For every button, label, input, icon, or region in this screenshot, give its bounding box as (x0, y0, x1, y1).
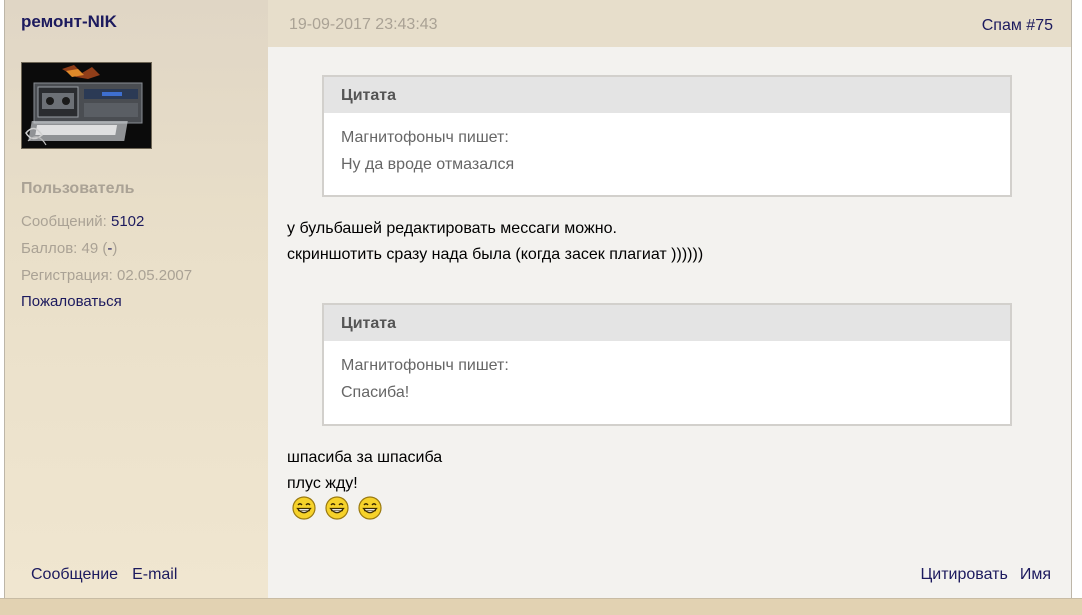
grin-smiley-icon (292, 496, 316, 520)
grin-smiley-icon (358, 496, 382, 520)
quote-block: Цитата Магнитофоныч пишет: Ну да вроде о… (322, 75, 1012, 197)
grin-smiley-icon (325, 496, 349, 520)
post-text-line: скриншотить сразу нада была (когда засек… (287, 246, 704, 263)
quote-text: Спасиба! (341, 384, 410, 401)
points-close: ) (112, 240, 118, 257)
points-label: Баллов: 49 ( (21, 240, 108, 257)
contact-links: Сообщение E-mail (31, 566, 191, 584)
email-link[interactable]: E-mail (132, 566, 177, 583)
post-header: 19-09-2017 23:43:43 Спам #75 (268, 0, 1071, 47)
post-number-link[interactable]: Спам #75 (982, 17, 1053, 35)
quote-title: Цитата (324, 77, 1010, 113)
private-message-link[interactable]: Сообщение (31, 566, 118, 583)
user-rank: Пользователь (21, 180, 135, 197)
bottom-bar (0, 598, 1082, 615)
quote-author: Магнитофоныч пишет: (341, 357, 509, 374)
quote-body: Магнитофоныч пишет: Ну да вроде отмазалс… (324, 113, 1010, 178)
post-content-area: 19-09-2017 23:43:43 Спам #75 Цитата Магн… (268, 0, 1071, 598)
quote-block: Цитата Магнитофоныч пишет: Спасиба! (322, 303, 1012, 426)
post-actions: Цитировать Имя (908, 566, 1051, 584)
messages-count-link[interactable]: 5102 (111, 213, 144, 230)
smileys-row (292, 496, 382, 520)
quote-text: Ну да вроде отмазался (341, 156, 515, 173)
user-sidebar: ремонт-NIK Пользователь Сообщений: 5102 … (5, 0, 268, 598)
username-link[interactable]: ремонт-NIK (21, 12, 117, 32)
post-text-line: плус жду! (287, 475, 358, 492)
quote-author: Магнитофоныч пишет: (341, 129, 509, 146)
points-stat: Баллов: 49 (-) (21, 240, 117, 257)
user-avatar (21, 62, 152, 149)
messages-count: Сообщений: 5102 (21, 213, 144, 230)
post-text-line: у бульбашей редактировать мессаги можно. (287, 220, 617, 237)
post-date: 19-09-2017 23:43:43 (289, 16, 438, 33)
cassette-deck-avatar-image (22, 63, 151, 148)
registration-date: Регистрация: 02.05.2007 (21, 267, 193, 284)
quote-title: Цитата (324, 305, 1010, 341)
name-button[interactable]: Имя (1020, 566, 1051, 583)
messages-label: Сообщений: (21, 213, 111, 230)
quote-button[interactable]: Цитировать (920, 566, 1007, 583)
post-text-line: шпасиба за шпасиба (287, 449, 443, 466)
forum-post: ремонт-NIK Пользователь Сообщений: 5102 … (4, 0, 1072, 598)
quote-body: Магнитофоныч пишет: Спасиба! (324, 341, 1010, 406)
report-link[interactable]: Пожаловаться (21, 293, 122, 310)
